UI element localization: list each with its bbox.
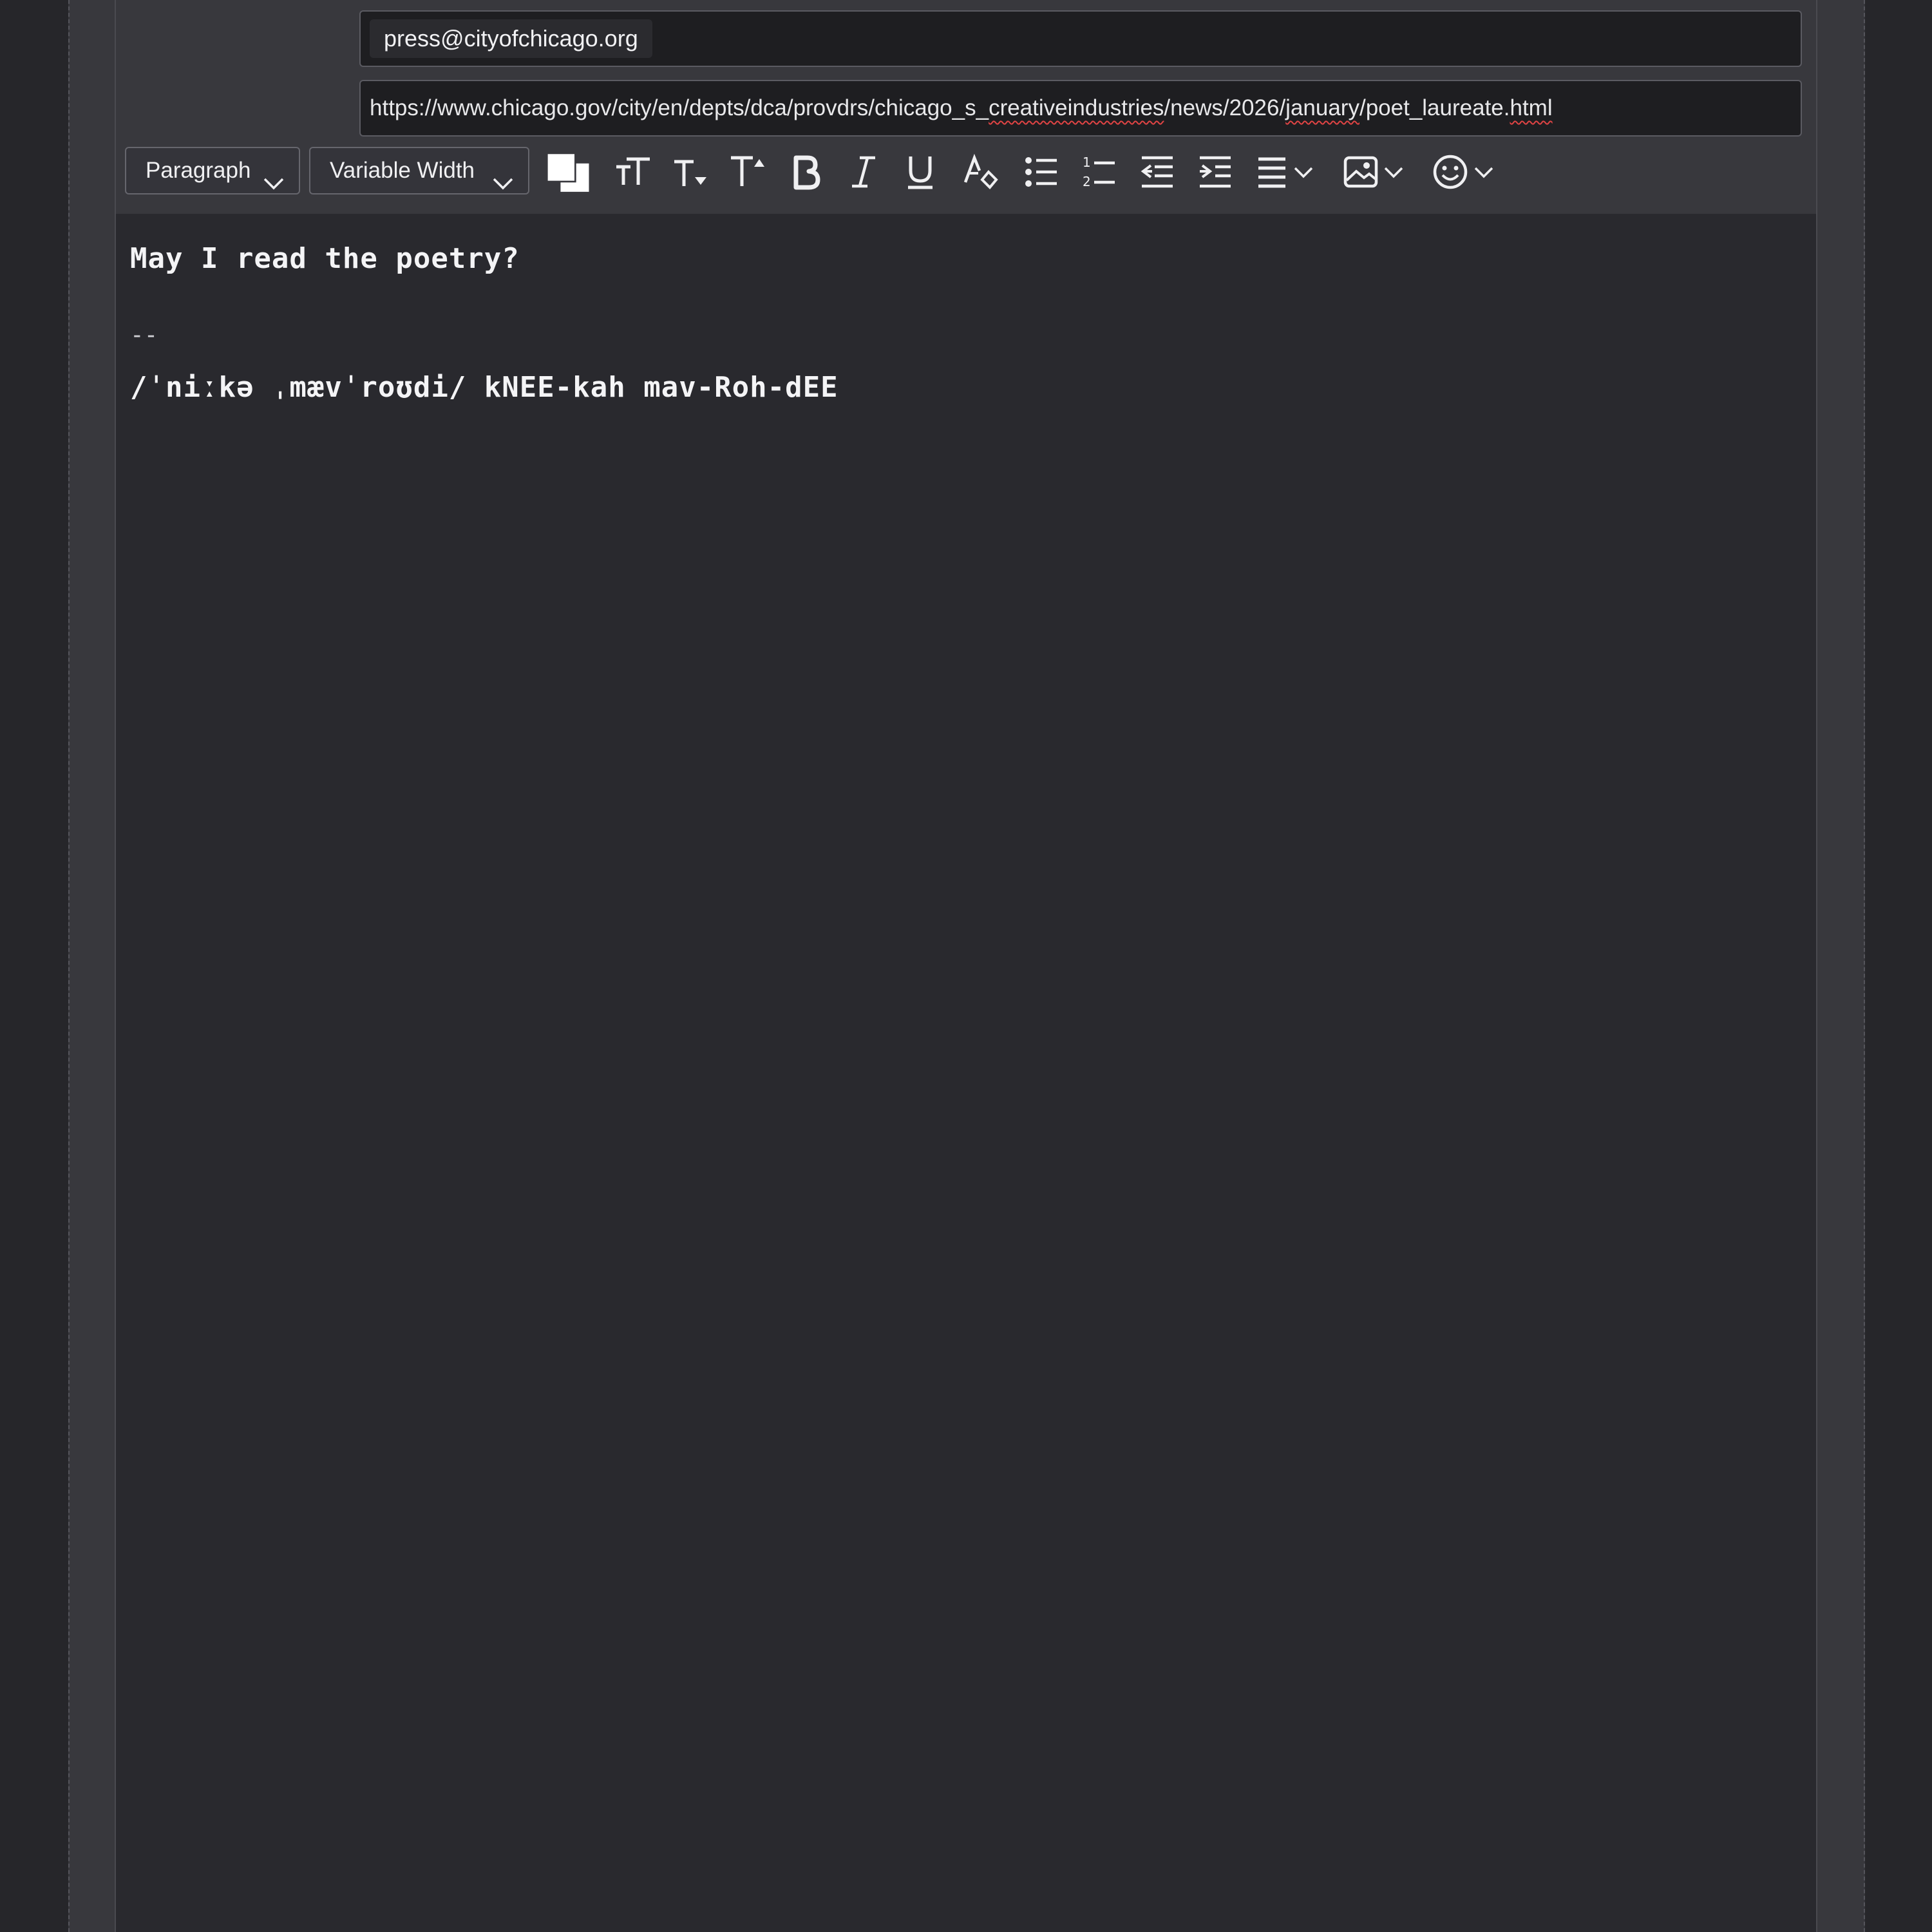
chevron-down-icon <box>492 162 514 207</box>
signature-separator: -- <box>130 322 158 348</box>
compose-window: To press@cityofchicago.org Subject https… <box>115 0 1817 1932</box>
subject-part: https://www.chicago.gov/city/en/depts/dc… <box>370 95 989 120</box>
font-family-dropdown[interactable]: Variable Width <box>309 147 529 194</box>
app-frame: To press@cityofchicago.org Subject https… <box>0 0 1932 1932</box>
align-icon <box>1258 157 1285 188</box>
font-family-label: Variable Width <box>330 158 475 183</box>
decrease-font-size-button[interactable] <box>666 148 714 196</box>
bold-button[interactable] <box>782 148 829 196</box>
text-color-icon <box>545 152 589 192</box>
recipient-chip[interactable]: press@cityofchicago.org <box>370 19 652 58</box>
numbered-list-button[interactable]: 1 2 <box>1075 148 1123 196</box>
insert-emoji-icon <box>1433 155 1468 189</box>
paragraph-format-label: Paragraph <box>146 158 251 183</box>
decrease-font-size-icon <box>674 160 706 186</box>
svg-text:2: 2 <box>1083 174 1091 189</box>
outdent-button[interactable] <box>1133 148 1181 196</box>
remove-formatting-button[interactable] <box>956 148 1003 196</box>
message-body-editor[interactable]: May I read the poetry? -- /ˈniːkə ˌmævˈr… <box>116 214 1816 1932</box>
signature-text: /ˈniːkə ˌmævˈroʊdi/ kNEE-kah mav-Roh-dEE <box>130 371 838 404</box>
left-rail <box>68 0 116 1932</box>
italic-icon <box>852 156 875 188</box>
indent-button[interactable] <box>1191 148 1239 196</box>
subject-part: /poet_laureate. <box>1359 95 1510 120</box>
chevron-down-icon <box>1384 167 1403 178</box>
bulleted-list-button[interactable] <box>1018 148 1065 196</box>
insert-image-icon <box>1343 156 1378 188</box>
remove-formatting-icon <box>963 153 998 189</box>
subject-misspelled-word: html <box>1510 95 1553 120</box>
chevron-down-icon <box>1294 167 1313 178</box>
indent-icon <box>1200 156 1231 188</box>
italic-button[interactable] <box>840 148 887 196</box>
subject-misspelled-word: january <box>1285 95 1359 120</box>
outdent-icon <box>1141 156 1173 188</box>
subject-part: /news/2026/ <box>1164 95 1286 120</box>
increase-font-size-icon <box>731 156 764 186</box>
underline-button[interactable] <box>896 148 944 196</box>
subject-misspelled-word: creativeindustries <box>989 95 1164 120</box>
text-color-button[interactable] <box>544 148 591 196</box>
chevron-down-icon <box>263 162 285 207</box>
underline-icon <box>908 156 933 189</box>
font-size-reset-icon <box>616 157 650 185</box>
numbered-list-icon: 1 2 <box>1083 155 1115 189</box>
subject-input[interactable]: https://www.chicago.gov/city/en/depts/dc… <box>370 81 1799 135</box>
bold-icon <box>793 155 820 190</box>
insert-image-button[interactable] <box>1343 148 1414 196</box>
chevron-down-icon <box>1474 167 1493 178</box>
align-dropdown-button[interactable] <box>1256 148 1327 196</box>
compose-header: To press@cityofchicago.org Subject https… <box>116 0 1816 214</box>
insert-emoji-button[interactable] <box>1432 148 1503 196</box>
right-rail <box>1817 0 1865 1932</box>
svg-text:1: 1 <box>1083 155 1091 170</box>
bulleted-list-icon <box>1025 157 1057 187</box>
to-field[interactable]: press@cityofchicago.org <box>359 10 1802 67</box>
increase-font-size-button[interactable] <box>724 148 772 196</box>
paragraph-format-dropdown[interactable]: Paragraph <box>125 147 300 194</box>
subject-field[interactable]: https://www.chicago.gov/city/en/depts/dc… <box>359 80 1802 137</box>
message-line: May I read the poetry? <box>130 242 520 275</box>
font-size-reset-button[interactable] <box>609 148 657 196</box>
formatting-toolbar: Paragraph Variable Width 1 2 <box>125 147 1806 197</box>
